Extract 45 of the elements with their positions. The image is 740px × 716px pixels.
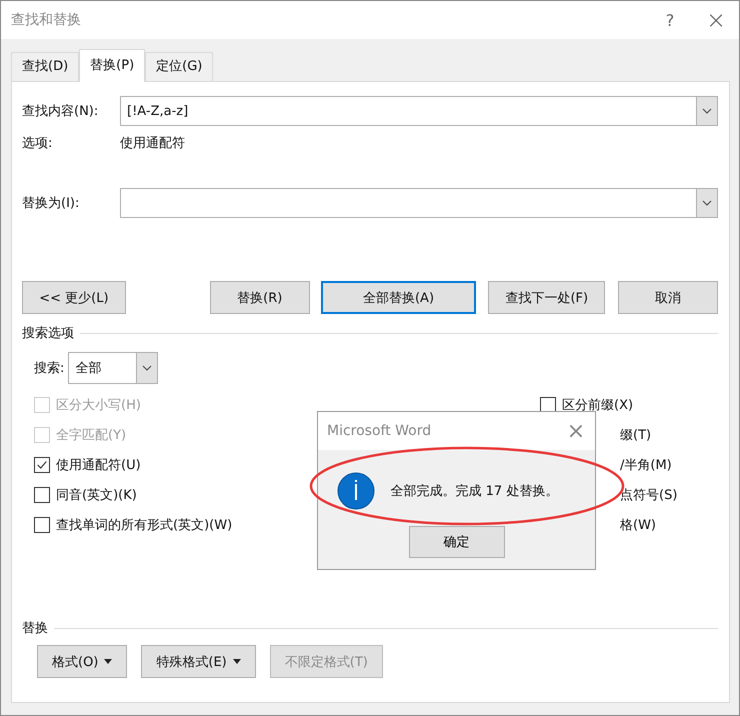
field-label: 替换为(I):: [22, 195, 80, 212]
tab[interactable]: 查找(D): [11, 52, 80, 81]
checkbox-label: /半角(M): [620, 457, 672, 474]
dropdown-icon[interactable]: [696, 189, 717, 217]
checkbox-label: 区分大小写(H): [56, 397, 141, 414]
checkbox-label: 同音(英文)(K): [56, 487, 137, 504]
checkbox-label: 使用通配符(U): [56, 457, 141, 474]
checkbox-label: 查找单词的所有形式(英文)(W): [56, 517, 232, 534]
dialog-button[interactable]: 查找下一处(F): [488, 281, 606, 314]
checkbox[interactable]: [34, 457, 50, 473]
dialog-button[interactable]: << 更少(L): [22, 281, 126, 314]
ok-button[interactable]: 确定: [408, 526, 504, 558]
checkbox-label: 格(W): [620, 517, 656, 534]
tab[interactable]: 替换(P): [79, 49, 146, 82]
format-button[interactable]: 特殊格式(E): [141, 645, 256, 678]
options-value: 使用通配符: [120, 135, 185, 152]
dropdown-icon[interactable]: [136, 353, 158, 383]
checkbox-label: 点符号(S): [620, 487, 678, 504]
check-icon: [36, 459, 48, 471]
section-title: 替换: [22, 620, 48, 637]
find-field[interactable]: [!A-Z,a-z]: [120, 96, 718, 126]
options-label: 选项:: [22, 135, 54, 152]
dialog-button[interactable]: 替换(R): [210, 281, 310, 314]
dialog-button[interactable]: 全部替换(A): [320, 281, 476, 314]
message-title: Microsoft Word: [327, 423, 432, 439]
close-button[interactable]: ×: [693, 6, 739, 34]
dropdown-icon[interactable]: [696, 97, 717, 125]
checkbox-label: 全字匹配(Y): [56, 427, 126, 444]
checkbox-label: 区分前缀(X): [562, 397, 634, 414]
window-title: 查找和替换: [11, 11, 82, 29]
checkbox[interactable]: [34, 517, 50, 533]
replace-field[interactable]: [120, 188, 718, 218]
field-label: 查找内容(N):: [22, 103, 100, 120]
section-title: 搜索选项: [22, 325, 74, 342]
checkbox[interactable]: [34, 487, 50, 503]
checkbox-label: 缀(T): [620, 427, 652, 444]
message-text: 全部完成。完成 17 处替换。: [390, 483, 558, 500]
info-icon: [336, 472, 374, 510]
dialog-button[interactable]: 取消: [618, 281, 718, 314]
search-label: 搜索:: [34, 360, 64, 377]
help-button[interactable]: ?: [647, 10, 693, 30]
tab[interactable]: 定位(G): [145, 52, 214, 81]
close-button[interactable]: ×: [557, 418, 595, 444]
format-button[interactable]: 格式(O): [37, 645, 128, 678]
search-dropdown[interactable]: 全部: [68, 352, 158, 384]
